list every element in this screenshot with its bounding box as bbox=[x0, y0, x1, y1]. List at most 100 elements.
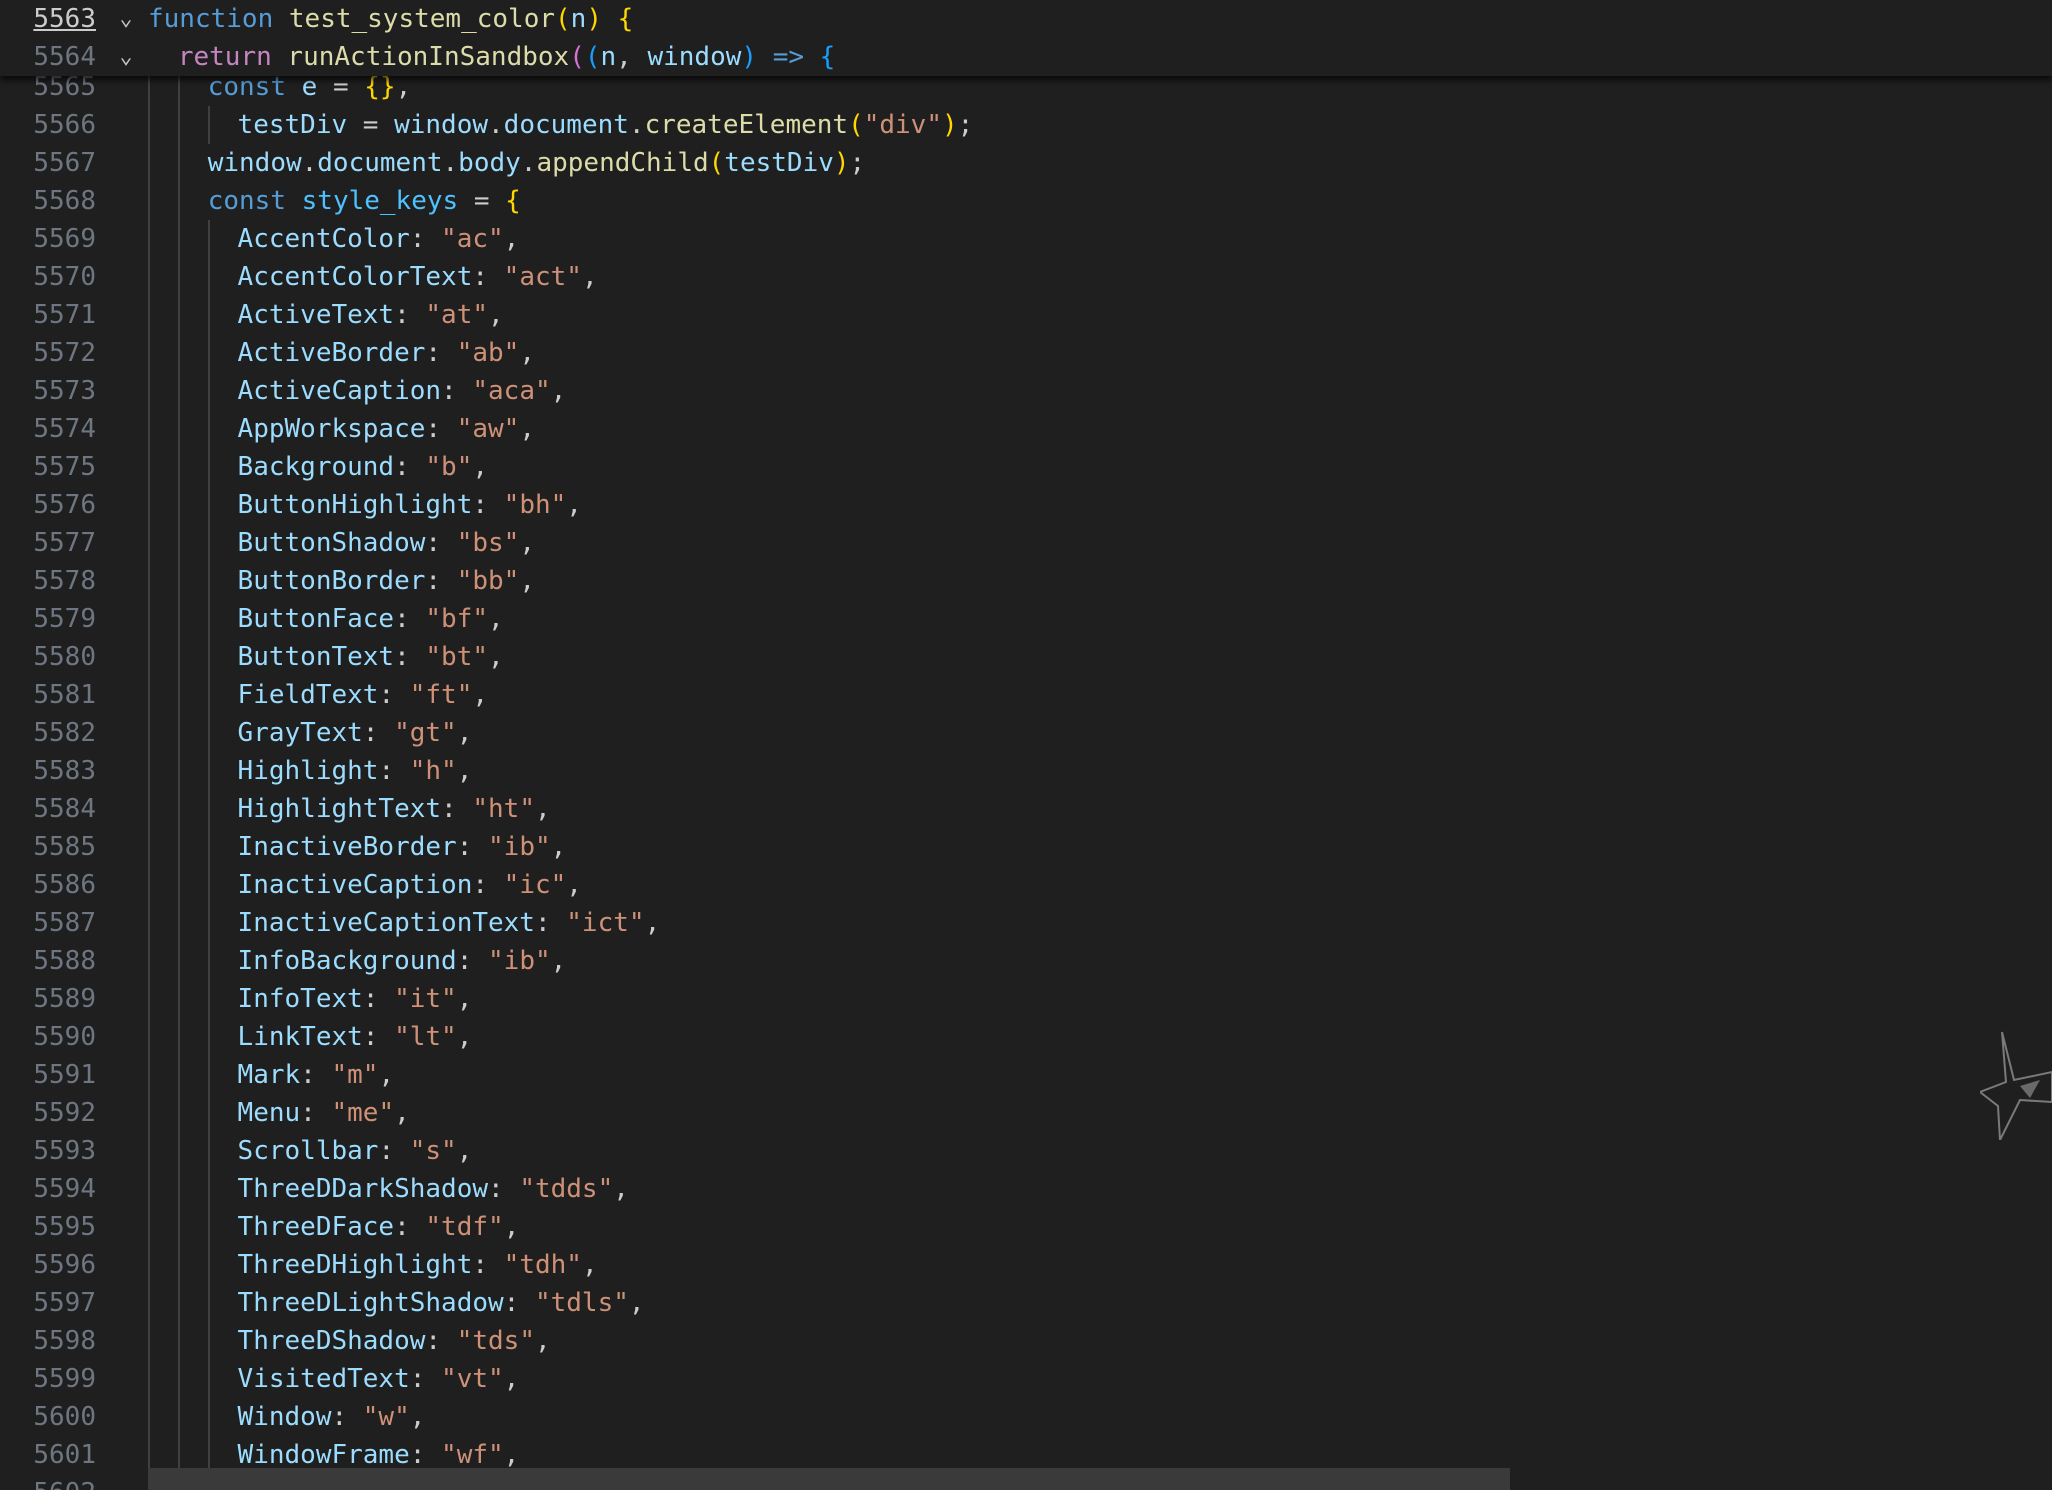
code-text[interactable]: function test_system_color(n) { bbox=[148, 0, 633, 38]
code-text[interactable]: ButtonFace: "bf", bbox=[238, 600, 504, 638]
code-text[interactable]: Background: "b", bbox=[238, 448, 488, 486]
code-text[interactable]: InfoText: "it", bbox=[238, 980, 473, 1018]
code-line[interactable]: 5572 ActiveBorder: "ab", bbox=[0, 334, 2052, 372]
line-number[interactable]: 5569 bbox=[0, 220, 96, 258]
line-number[interactable]: 5593 bbox=[0, 1132, 96, 1170]
code-text[interactable]: GrayText: "gt", bbox=[238, 714, 473, 752]
code-line[interactable]: 5584 HighlightText: "ht", bbox=[0, 790, 2052, 828]
code-text[interactable]: LinkText: "lt", bbox=[238, 1018, 473, 1056]
line-number[interactable]: 5574 bbox=[0, 410, 96, 448]
sticky-scroll-header[interactable]: 5563 function test_system_color(n) {⌄ 5564… bbox=[0, 0, 2052, 76]
code-text[interactable]: ActiveCaption: "aca", bbox=[238, 372, 567, 410]
line-number[interactable]: 5588 bbox=[0, 942, 96, 980]
line-number[interactable]: 5587 bbox=[0, 904, 96, 942]
line-number[interactable]: 5571 bbox=[0, 296, 96, 334]
code-line[interactable]: 5576 ButtonHighlight: "bh", bbox=[0, 486, 2052, 524]
code-line[interactable]: 5573 ActiveCaption: "aca", bbox=[0, 372, 2052, 410]
line-number[interactable]: 5597 bbox=[0, 1284, 96, 1322]
code-line[interactable]: 5586 InactiveCaption: "ic", bbox=[0, 866, 2052, 904]
code-text[interactable]: Window: "w", bbox=[238, 1398, 426, 1436]
code-line[interactable]: 5596 ThreeDHighlight: "tdh", bbox=[0, 1246, 2052, 1284]
code-line[interactable]: 5585 InactiveBorder: "ib", bbox=[0, 828, 2052, 866]
code-line[interactable]: 5599 VisitedText: "vt", bbox=[0, 1360, 2052, 1398]
code-text[interactable]: ButtonHighlight: "bh", bbox=[238, 486, 582, 524]
code-text[interactable]: return runActionInSandbox((n, window) =>… bbox=[178, 38, 835, 76]
code-line[interactable]: 5591 Mark: "m", bbox=[0, 1056, 2052, 1094]
code-line[interactable]: 5594 ThreeDDarkShadow: "tdds", bbox=[0, 1170, 2052, 1208]
line-number[interactable]: 5580 bbox=[0, 638, 96, 676]
code-text[interactable]: FieldText: "ft", bbox=[238, 676, 488, 714]
code-line[interactable]: 5598 ThreeDShadow: "tds", bbox=[0, 1322, 2052, 1360]
code-line[interactable]: 5593 Scrollbar: "s", bbox=[0, 1132, 2052, 1170]
line-number[interactable]: 5600 bbox=[0, 1398, 96, 1436]
line-number[interactable]: 5592 bbox=[0, 1094, 96, 1132]
line-number[interactable]: 5575 bbox=[0, 448, 96, 486]
horizontal-scrollbar[interactable] bbox=[148, 1468, 1510, 1490]
code-line[interactable]: 5600 Window: "w", bbox=[0, 1398, 2052, 1436]
line-number[interactable]: 5566 bbox=[0, 106, 96, 144]
code-line[interactable]: 5587 InactiveCaptionText: "ict", bbox=[0, 904, 2052, 942]
code-line[interactable]: 5579 ButtonFace: "bf", bbox=[0, 600, 2052, 638]
code-text[interactable]: ButtonBorder: "bb", bbox=[238, 562, 535, 600]
code-text[interactable]: AppWorkspace: "aw", bbox=[238, 410, 535, 448]
code-line[interactable]: 5582 GrayText: "gt", bbox=[0, 714, 2052, 752]
code-text[interactable]: Menu: "me", bbox=[238, 1094, 410, 1132]
line-number[interactable]: 5567 bbox=[0, 144, 96, 182]
code-text[interactable]: ThreeDHighlight: "tdh", bbox=[238, 1246, 598, 1284]
code-line[interactable]: 5581 FieldText: "ft", bbox=[0, 676, 2052, 714]
line-number[interactable]: 5584 bbox=[0, 790, 96, 828]
code-text[interactable]: testDiv = window.document.createElement(… bbox=[238, 106, 974, 144]
code-line[interactable]: 5577 ButtonShadow: "bs", bbox=[0, 524, 2052, 562]
line-number[interactable]: 5583 bbox=[0, 752, 96, 790]
code-line[interactable]: 5567 window.document.body.appendChild(tes… bbox=[0, 144, 2052, 182]
line-number[interactable]: 5577 bbox=[0, 524, 96, 562]
line-number[interactable]: 5572 bbox=[0, 334, 96, 372]
line-number[interactable]: 5563 bbox=[0, 0, 96, 38]
code-line[interactable]: 5580 ButtonText: "bt", bbox=[0, 638, 2052, 676]
code-text[interactable]: InactiveBorder: "ib", bbox=[238, 828, 567, 866]
line-number[interactable]: 5573 bbox=[0, 372, 96, 410]
line-number[interactable]: 5581 bbox=[0, 676, 96, 714]
code-editor[interactable]: 5563 function test_system_color(n) {⌄ 5564… bbox=[0, 0, 2052, 1490]
line-number[interactable]: 5599 bbox=[0, 1360, 96, 1398]
line-number[interactable]: 5595 bbox=[0, 1208, 96, 1246]
code-line[interactable]: 5563 function test_system_color(n) {⌄ bbox=[0, 0, 2052, 38]
line-number[interactable]: 5578 bbox=[0, 562, 96, 600]
code-line[interactable]: 5575 Background: "b", bbox=[0, 448, 2052, 486]
line-number[interactable]: 5570 bbox=[0, 258, 96, 296]
code-text[interactable]: ThreeDLightShadow: "tdls", bbox=[238, 1284, 645, 1322]
line-number[interactable]: 5591 bbox=[0, 1056, 96, 1094]
line-number[interactable]: 5568 bbox=[0, 182, 96, 220]
fold-chevron-icon[interactable]: ⌄ bbox=[112, 38, 140, 76]
code-line[interactable]: 5588 InfoBackground: "ib", bbox=[0, 942, 2052, 980]
line-number[interactable]: 5594 bbox=[0, 1170, 96, 1208]
fold-chevron-icon[interactable]: ⌄ bbox=[112, 0, 140, 38]
code-line[interactable]: 5564 return runActionInSandbox((n, window… bbox=[0, 38, 2052, 76]
line-number[interactable]: 5579 bbox=[0, 600, 96, 638]
code-text[interactable]: const style_keys = { bbox=[208, 182, 521, 220]
line-number[interactable]: 5589 bbox=[0, 980, 96, 1018]
code-text[interactable]: ButtonText: "bt", bbox=[238, 638, 504, 676]
line-number[interactable]: 5586 bbox=[0, 866, 96, 904]
code-text[interactable]: ThreeDShadow: "tds", bbox=[238, 1322, 551, 1360]
code-text[interactable]: InfoBackground: "ib", bbox=[238, 942, 567, 980]
code-text[interactable]: HighlightText: "ht", bbox=[238, 790, 551, 828]
code-text[interactable]: ActiveText: "at", bbox=[238, 296, 504, 334]
code-line[interactable]: 5574 AppWorkspace: "aw", bbox=[0, 410, 2052, 448]
line-number[interactable]: 5590 bbox=[0, 1018, 96, 1056]
code-line[interactable]: 5568 const style_keys = { bbox=[0, 182, 2052, 220]
code-line[interactable]: 5597 ThreeDLightShadow: "tdls", bbox=[0, 1284, 2052, 1322]
line-number[interactable]: 5601 bbox=[0, 1436, 96, 1474]
code-line[interactable]: 5571 ActiveText: "at", bbox=[0, 296, 2052, 334]
code-line[interactable]: 5569 AccentColor: "ac", bbox=[0, 220, 2052, 258]
line-number[interactable]: 5596 bbox=[0, 1246, 96, 1284]
code-text[interactable]: InactiveCaption: "ic", bbox=[238, 866, 582, 904]
code-line[interactable]: 5592 Menu: "me", bbox=[0, 1094, 2052, 1132]
line-number[interactable]: 5598 bbox=[0, 1322, 96, 1360]
line-number[interactable]: 5602 bbox=[0, 1474, 96, 1490]
code-text[interactable]: ThreeDDarkShadow: "tdds", bbox=[238, 1170, 629, 1208]
line-number[interactable]: 5576 bbox=[0, 486, 96, 524]
code-text[interactable]: ThreeDFace: "tdf", bbox=[238, 1208, 520, 1246]
code-line[interactable]: 5595 ThreeDFace: "tdf", bbox=[0, 1208, 2052, 1246]
code-text[interactable]: ActiveBorder: "ab", bbox=[238, 334, 535, 372]
